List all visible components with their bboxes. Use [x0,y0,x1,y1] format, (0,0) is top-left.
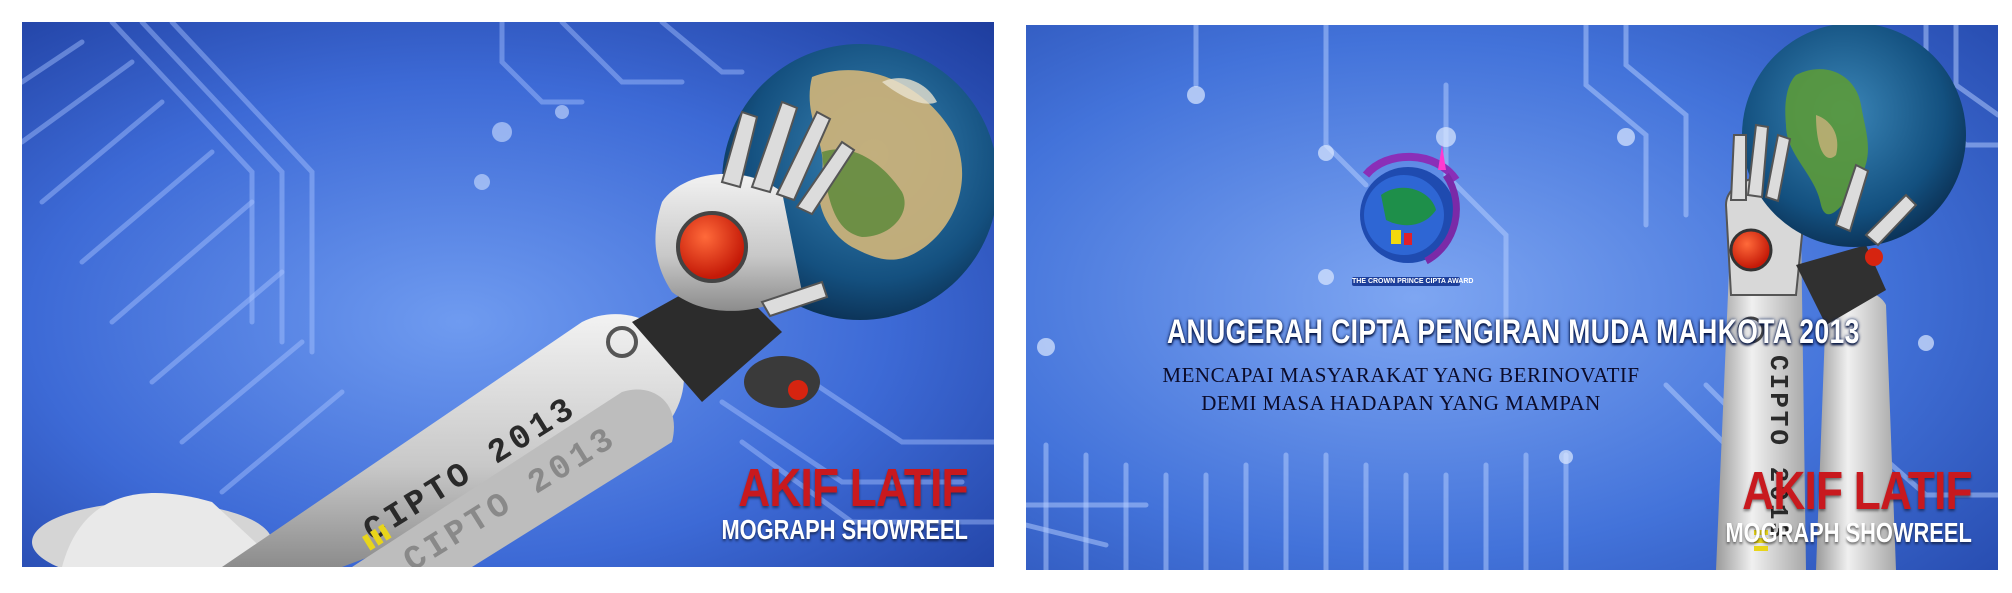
brand-name: AKIF LATIF [738,458,968,518]
brand-block: AKIF LATIF MOGRAPH SHOWREEL [652,458,969,545]
tagline-line-1: MENCAPAI MASYARAKAT YANG BERINOVATIF [1162,363,1640,387]
logo-caption: THE CROWN PRINCE CIPTA AWARD [1352,277,1474,286]
award-title: ANUGERAH CIPTA PENGIRAN MUDA MAHKOTA 201… [1167,313,1860,351]
brand-block: AKIF LATIF MOGRAPH SHOWREEL [1656,461,1973,548]
showreel-frame-right: CIPTO 2013 THE CROWN PRINCE CIPTA AWARD … [1026,25,1998,570]
brand-name: AKIF LATIF [1742,461,1972,521]
tagline-line-2: DEMI MASA HADAPAN YANG MAMPAN [1201,391,1601,415]
showreel-frame-left: CIPTO 2013 CIPTO 2013 AKIF LATIF MOGRAPH… [22,22,994,567]
brand-subtitle: MOGRAPH SHOWREEL [1725,517,1972,548]
brand-subtitle: MOGRAPH SHOWREEL [721,514,968,545]
